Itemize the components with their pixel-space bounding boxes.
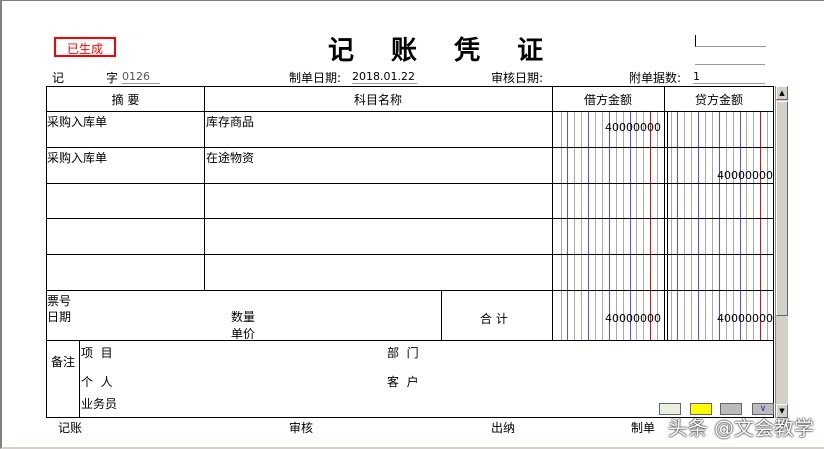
scroll-up-icon[interactable]: ▲ — [776, 86, 788, 100]
summary-cell[interactable]: 采购入库单 — [47, 113, 203, 146]
voucher-word-label: 字 — [106, 71, 119, 85]
col-debit: 借方金额 — [583, 93, 632, 107]
attachments-label: 附单据数: — [629, 71, 682, 85]
watermark: 头条 @文会教学 — [667, 416, 814, 440]
total-debit: 40000000 — [605, 312, 661, 325]
audit-date-label: 审核日期: — [491, 71, 544, 85]
quantity-label: 数量 — [231, 310, 256, 324]
account-cell[interactable] — [206, 185, 551, 218]
row-divider — [47, 146, 773, 148]
col-summary: 摘 要 — [111, 93, 140, 107]
total-credit: 40000000 — [717, 312, 773, 325]
salesman-label: 业务员 — [81, 397, 118, 411]
ticket-date-label: 日期 — [47, 310, 72, 324]
notes-label: 备注 — [51, 355, 76, 369]
date-field[interactable]: 2018.01.22 — [352, 70, 417, 84]
debit-cell[interactable]: 40000000 — [605, 121, 661, 134]
row-divider — [47, 182, 773, 184]
voucher-title: 记 账 凭 证 — [328, 36, 558, 66]
summary-cell[interactable] — [47, 256, 203, 289]
person-label: 个 人 — [81, 375, 113, 389]
scroll-thumb[interactable] — [776, 101, 788, 316]
summary-cell[interactable]: 采购入库单 — [47, 149, 203, 182]
vertical-scrollbar[interactable]: ▲ ▼ — [775, 86, 788, 418]
attachments-field[interactable]: 1 — [693, 70, 765, 84]
summary-cell[interactable] — [47, 185, 203, 218]
customer-label: 客 户 — [387, 375, 419, 389]
account-cell[interactable] — [206, 256, 551, 289]
project-label: 项 目 — [81, 346, 113, 360]
account-cell[interactable] — [206, 220, 551, 253]
status-badge: 已生成 — [54, 37, 116, 57]
col-account: 科目名称 — [353, 93, 402, 107]
top-right-field-2[interactable] — [695, 64, 765, 65]
voucher-type-value: 记 — [52, 71, 65, 85]
voucher-number-field[interactable]: 0126 — [122, 70, 160, 84]
preparer-label: 制单 — [631, 421, 656, 435]
ticket-label: 票号 — [47, 294, 72, 308]
row-divider — [47, 254, 773, 256]
account-cell[interactable]: 在途物资 — [206, 149, 551, 182]
auditor-label: 审核 — [289, 421, 314, 435]
account-cell[interactable]: 库存商品 — [206, 113, 551, 146]
col-credit: 贷方金额 — [694, 93, 743, 107]
department-label: 部 门 — [387, 346, 419, 360]
date-label: 制单日期: — [289, 71, 342, 85]
bookkeeper-label: 记账 — [58, 421, 83, 435]
row-divider — [47, 218, 773, 220]
voucher-type-select[interactable]: 记 — [52, 69, 104, 87]
top-right-field[interactable] — [695, 35, 766, 47]
voucher-table: 摘 要 科目名称 借方金额 贷方金额 采购入库单 库存商品 40000000 采购入库… — [46, 86, 774, 418]
total-label: 合 计 — [480, 312, 508, 326]
cashier-label: 出纳 — [491, 421, 516, 435]
summary-cell[interactable] — [47, 220, 203, 253]
credit-cell[interactable]: 40000000 — [717, 169, 773, 182]
